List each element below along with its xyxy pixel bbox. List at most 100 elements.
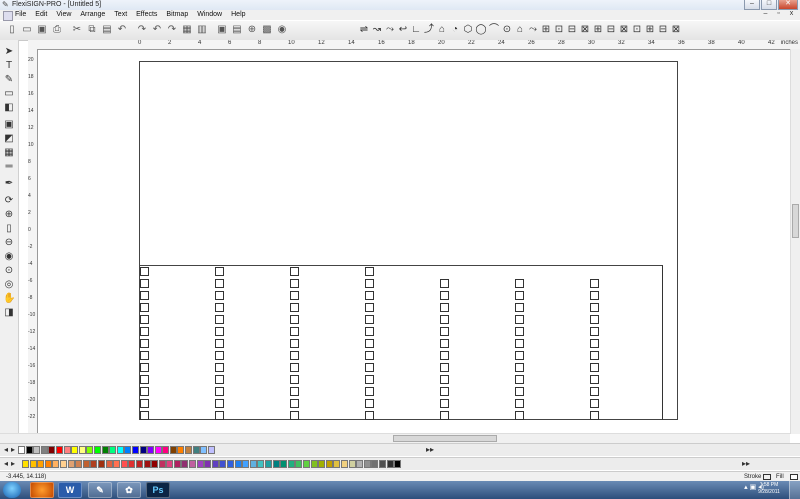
shadow-icon[interactable]: ◩ bbox=[3, 133, 15, 145]
checkbox[interactable] bbox=[590, 339, 599, 348]
checkbox[interactable] bbox=[365, 351, 374, 360]
checkbox[interactable] bbox=[365, 339, 374, 348]
color-swatch[interactable] bbox=[295, 460, 303, 468]
color-swatch-icon[interactable]: ◨ bbox=[3, 307, 15, 319]
palette2-end-icon[interactable]: ▸▸ bbox=[742, 459, 750, 469]
color-swatch[interactable] bbox=[44, 460, 52, 468]
zoom-in-icon[interactable]: ⊕ bbox=[3, 209, 15, 221]
checkbox[interactable] bbox=[140, 303, 149, 312]
shape-tool-icon[interactable]: ⊙ bbox=[501, 24, 513, 36]
shape-tool-icon[interactable]: ⊡ bbox=[553, 24, 565, 36]
checkbox[interactable] bbox=[215, 303, 224, 312]
shape-tool-icon[interactable]: ⊟ bbox=[566, 24, 578, 36]
maximize-button[interactable]: □ bbox=[761, 0, 777, 10]
color-swatch[interactable] bbox=[196, 460, 204, 468]
color-swatch[interactable] bbox=[234, 460, 242, 468]
checkbox[interactable] bbox=[140, 279, 149, 288]
color-swatch[interactable] bbox=[128, 460, 136, 468]
color-swatch[interactable] bbox=[162, 446, 170, 454]
text-tool-icon[interactable]: T bbox=[3, 60, 15, 72]
shape-tool-icon[interactable]: ⊞ bbox=[644, 24, 656, 36]
shape-tool-icon[interactable]: ⌒ bbox=[488, 24, 500, 36]
checkbox[interactable] bbox=[140, 291, 149, 300]
rectangle-icon[interactable]: ▭ bbox=[3, 88, 15, 100]
color-swatch[interactable] bbox=[124, 446, 132, 454]
checkbox[interactable] bbox=[515, 339, 524, 348]
color-swatch[interactable] bbox=[147, 446, 155, 454]
word-task-button[interactable]: W bbox=[58, 482, 82, 498]
checkbox[interactable] bbox=[515, 363, 524, 372]
color-swatch[interactable] bbox=[181, 460, 189, 468]
color-swatch[interactable] bbox=[135, 460, 143, 468]
checkbox[interactable] bbox=[590, 387, 599, 396]
checkbox[interactable] bbox=[440, 351, 449, 360]
checkbox[interactable] bbox=[290, 327, 299, 336]
shape-tool-icon[interactable]: ⬡ bbox=[462, 24, 474, 36]
checkbox[interactable] bbox=[590, 327, 599, 336]
color-swatch[interactable] bbox=[325, 460, 333, 468]
color-swatch[interactable] bbox=[116, 446, 124, 454]
checkbox[interactable] bbox=[440, 399, 449, 408]
path-icon[interactable]: ◧ bbox=[3, 102, 15, 114]
checkbox[interactable] bbox=[290, 351, 299, 360]
checkbox[interactable] bbox=[440, 339, 449, 348]
vertical-scroll-thumb[interactable] bbox=[792, 204, 799, 238]
color-swatch[interactable] bbox=[249, 460, 257, 468]
checkbox[interactable] bbox=[515, 279, 524, 288]
horizontal-scrollbar[interactable] bbox=[0, 433, 790, 443]
color-swatch[interactable] bbox=[348, 460, 356, 468]
grid-icon[interactable]: ▥ bbox=[196, 24, 208, 36]
checkbox[interactable] bbox=[140, 387, 149, 396]
stroke-swatch[interactable] bbox=[763, 474, 771, 480]
checkbox[interactable] bbox=[290, 387, 299, 396]
color-swatch[interactable] bbox=[48, 446, 56, 454]
color-swatch[interactable] bbox=[169, 446, 177, 454]
checkbox[interactable] bbox=[515, 315, 524, 324]
save-icon[interactable]: ▣ bbox=[36, 24, 48, 36]
shape-tool-icon[interactable]: ⌂ bbox=[436, 24, 448, 36]
undo-icon[interactable]: ↶ bbox=[116, 24, 128, 36]
color-swatch[interactable] bbox=[25, 446, 33, 454]
checkbox[interactable] bbox=[440, 291, 449, 300]
shape-tool-icon[interactable]: ↩ bbox=[397, 24, 409, 36]
checkbox[interactable] bbox=[440, 327, 449, 336]
color-swatch[interactable] bbox=[272, 460, 280, 468]
color-swatch[interactable] bbox=[265, 460, 272, 468]
checkbox[interactable] bbox=[140, 267, 149, 276]
checkbox[interactable] bbox=[365, 363, 374, 372]
shape-tool-icon[interactable]: ⊟ bbox=[605, 24, 617, 36]
new-icon[interactable]: ▯ bbox=[6, 24, 18, 36]
checkbox[interactable] bbox=[215, 375, 224, 384]
menu-edit[interactable]: Edit bbox=[35, 10, 47, 20]
checkbox[interactable] bbox=[590, 399, 599, 408]
contour-icon[interactable]: ▦ bbox=[3, 147, 15, 159]
redo-icon[interactable]: ↷ bbox=[136, 24, 148, 36]
color-swatch[interactable] bbox=[109, 446, 117, 454]
arrow-select-icon[interactable]: ➤ bbox=[3, 46, 15, 58]
color-swatch[interactable] bbox=[143, 460, 151, 468]
color-swatch[interactable] bbox=[219, 460, 227, 468]
color-swatch[interactable] bbox=[189, 460, 197, 468]
checkbox[interactable] bbox=[290, 267, 299, 276]
color-swatch[interactable] bbox=[200, 446, 208, 454]
redo-alt-icon[interactable]: ↷ bbox=[166, 24, 178, 36]
checkbox[interactable] bbox=[215, 315, 224, 324]
color-swatch[interactable] bbox=[318, 460, 326, 468]
cut-icon[interactable]: ✂ bbox=[71, 24, 83, 36]
color-swatch[interactable] bbox=[101, 446, 109, 454]
checkbox[interactable] bbox=[215, 363, 224, 372]
checkbox[interactable] bbox=[365, 387, 374, 396]
shape-tool-icon[interactable]: ⊟ bbox=[657, 24, 669, 36]
copy-icon[interactable]: ⧉ bbox=[86, 24, 98, 36]
color-swatch[interactable] bbox=[18, 446, 25, 454]
zoom-icon[interactable]: ⊕ bbox=[246, 24, 258, 36]
rotate-icon[interactable]: ⟳ bbox=[3, 195, 15, 207]
color-swatch[interactable] bbox=[97, 460, 105, 468]
vertical-scrollbar[interactable] bbox=[790, 49, 800, 434]
align-icon[interactable]: ▦ bbox=[181, 24, 193, 36]
menu-help[interactable]: Help bbox=[231, 10, 245, 20]
checkbox[interactable] bbox=[140, 375, 149, 384]
zoom-out-icon[interactable]: ⊖ bbox=[3, 237, 15, 249]
checkbox[interactable] bbox=[140, 363, 149, 372]
checkbox[interactable] bbox=[290, 399, 299, 408]
